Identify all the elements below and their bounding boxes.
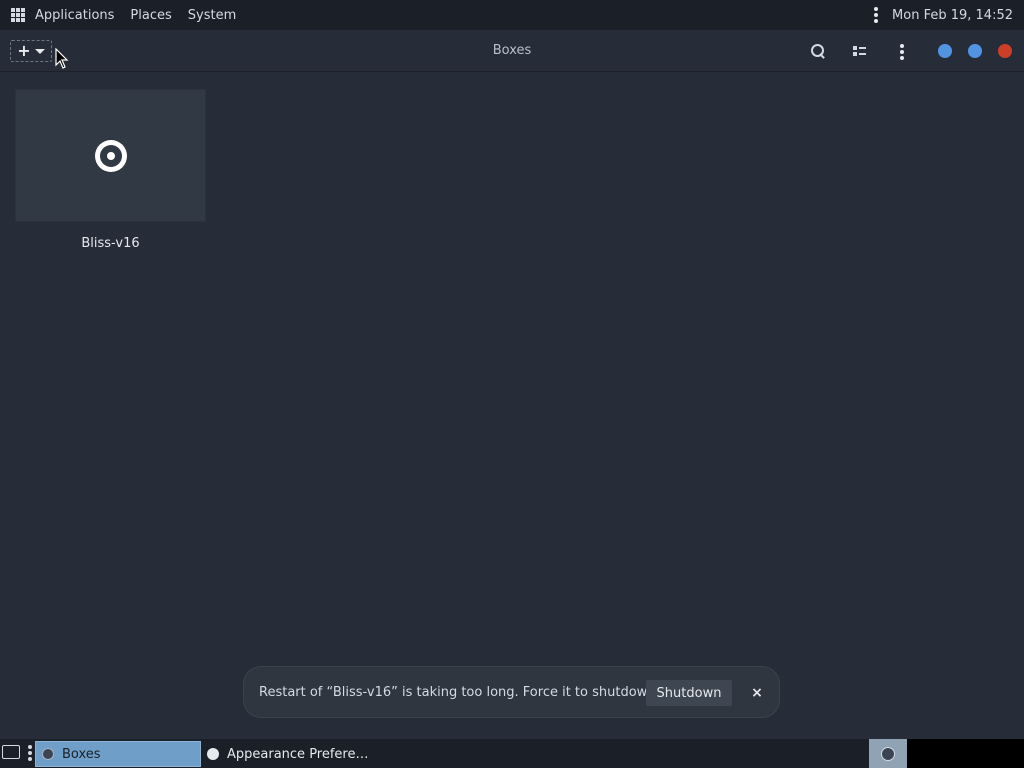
places-menu[interactable]: Places (130, 8, 171, 23)
task-label: Appearance Prefere… (227, 746, 369, 762)
notification-message: Restart of “Bliss-v16” is taking too lon… (259, 685, 663, 700)
vm-thumbnail[interactable] (15, 89, 206, 222)
task-label: Boxes (62, 746, 101, 762)
mouse-cursor-icon (55, 48, 69, 69)
new-vm-button[interactable]: + (10, 40, 52, 62)
show-desktop-icon[interactable] (2, 745, 20, 759)
panel-handle-icon[interactable] (28, 744, 32, 762)
search-icon[interactable] (810, 43, 826, 59)
headerbar: Boxes + (0, 30, 1024, 72)
top-panel-right: Mon Feb 19, 14:52 (874, 0, 1013, 30)
workspace-switcher[interactable] (869, 739, 907, 768)
task-appearance[interactable]: Appearance Prefere… (201, 741, 421, 767)
maximize-button[interactable] (968, 44, 982, 58)
notification: Restart of “Bliss-v16” is taking too lon… (243, 666, 780, 718)
close-button[interactable] (998, 44, 1012, 58)
boxes-app-icon (881, 746, 895, 761)
vm-name-label[interactable]: Bliss-v16 (15, 236, 206, 251)
window-title: Boxes (492, 43, 532, 58)
top-panel: Applications Places System Mon Feb 19, 1… (0, 0, 1024, 30)
plus-icon: + (17, 41, 31, 60)
shutdown-button[interactable]: Shutdown (646, 680, 732, 706)
chevron-down-icon (34, 48, 45, 54)
bottom-panel: Boxes Appearance Prefere… (0, 739, 1024, 768)
cd-rom-icon-dot (107, 152, 115, 160)
applications-menu[interactable]: Applications (35, 8, 114, 23)
workspace-2[interactable] (907, 739, 1024, 768)
app-grid-icon[interactable] (11, 8, 25, 22)
minimize-button[interactable] (938, 44, 952, 58)
clock[interactable]: Mon Feb 19, 14:52 (892, 8, 1013, 23)
task-boxes[interactable]: Boxes (35, 741, 201, 767)
boxes-app-icon (42, 748, 54, 760)
panel-menu-icon[interactable] (874, 6, 879, 24)
selection-mode-icon[interactable] (852, 43, 868, 59)
appearance-app-icon (207, 748, 219, 760)
system-menu[interactable]: System (188, 8, 236, 23)
close-icon[interactable]: × (747, 680, 767, 706)
menu-icon[interactable] (894, 43, 910, 60)
